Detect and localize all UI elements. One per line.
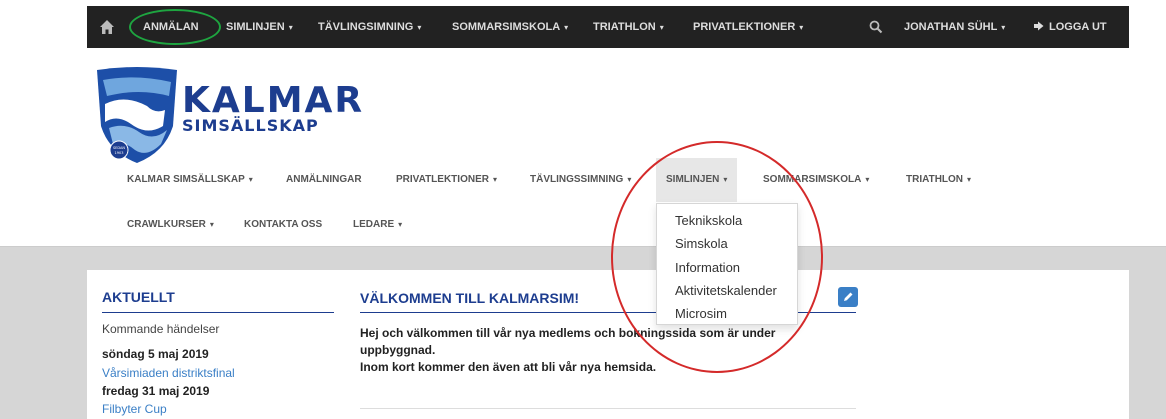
- nav-ledare[interactable]: LEDARE ▾: [353, 203, 402, 247]
- nav-crawlkurser[interactable]: CRAWLKURSER ▾: [127, 203, 214, 247]
- caret-down-icon: ▾: [209, 220, 214, 229]
- top-navbar-area: ANMÄLAN SIMLINJEN ▾ TÄVLINGSIMNING ▾ SOMMA…: [0, 0, 1166, 54]
- caret-down-icon: ▾: [417, 23, 422, 32]
- top-nav-label: TÄVLINGSIMNING: [318, 21, 414, 33]
- content-divider: [360, 408, 856, 409]
- top-navbar: ANMÄLAN SIMLINJEN ▾ TÄVLINGSIMNING ▾ SOMMA…: [87, 6, 1129, 48]
- caret-down-icon: ▾: [799, 23, 804, 32]
- sidebar-title: AKTUELLT: [102, 289, 175, 305]
- top-nav-label: PRIVATLEKTIONER: [693, 21, 796, 33]
- sidebar-divider: [102, 312, 334, 313]
- caret-down-icon: ▾: [248, 175, 253, 184]
- nav-label: ANMÄLNINGAR: [286, 174, 362, 185]
- nav-kalmar-simsallskap[interactable]: KALMAR SIMSÄLLSKAP ▾: [127, 158, 253, 202]
- nav-label: TÄVLINGSSIMNING: [530, 174, 624, 185]
- nav-label: LEDARE: [353, 219, 395, 230]
- nav-label: PRIVATLEKTIONER: [396, 174, 489, 185]
- welcome-title: VÄLKOMMEN TILL KALMARSIM!: [360, 290, 580, 306]
- event-link[interactable]: Filbyter Cup: [102, 402, 167, 416]
- nav-label: KONTAKTA OSS: [244, 219, 323, 230]
- home-icon[interactable]: [99, 19, 115, 35]
- search-icon[interactable]: [869, 20, 883, 34]
- logo-badge-text: SEDAN: [113, 146, 125, 150]
- user-name: JONATHAN SÜHL: [904, 21, 998, 33]
- edit-button[interactable]: [838, 287, 858, 307]
- caret-down-icon: ▾: [564, 23, 569, 32]
- event-link[interactable]: Vårsimiaden distriktsfinal: [102, 366, 235, 380]
- nav-anmalningar[interactable]: ANMÄLNINGAR: [286, 158, 362, 202]
- caret-down-icon: ▾: [492, 175, 497, 184]
- caret-down-icon: ▾: [865, 175, 870, 184]
- event-date: söndag 5 maj 2019: [102, 347, 209, 361]
- top-nav-simlinjen[interactable]: SIMLINJEN ▾: [226, 6, 293, 48]
- event-date: fredag 31 maj 2019: [102, 384, 210, 398]
- logo-title[interactable]: KALMAR: [182, 80, 364, 121]
- caret-down-icon: ▾: [1001, 23, 1006, 32]
- logout-icon: [1034, 21, 1044, 31]
- top-nav-triathlon[interactable]: TRIATHLON ▾: [593, 6, 664, 48]
- nav-label: KALMAR SIMSÄLLSKAP: [127, 174, 245, 185]
- red-annotation-circle: [611, 141, 823, 373]
- logout-button[interactable]: LOGGA UT: [1033, 6, 1107, 48]
- welcome-paragraph: Inom kort kommer den även att bli vår ny…: [360, 360, 657, 374]
- nav-triathlon[interactable]: TRIATHLON ▾: [906, 158, 971, 202]
- nav-label: TRIATHLON: [906, 174, 964, 185]
- welcome-paragraph: uppbyggnad.: [360, 343, 436, 357]
- nav-tavlingssimning[interactable]: TÄVLINGSSIMNING ▾: [530, 158, 631, 202]
- nav-label: CRAWLKURSER: [127, 219, 206, 230]
- top-nav-sommarsimskola[interactable]: SOMMARSIMSKOLA ▾: [452, 6, 568, 48]
- caret-down-icon: ▾: [967, 175, 972, 184]
- caret-down-icon: ▾: [398, 220, 403, 229]
- nav-kontakta-oss[interactable]: KONTAKTA OSS: [244, 203, 322, 247]
- top-nav-privatlektioner[interactable]: PRIVATLEKTIONER ▾: [693, 6, 803, 48]
- user-menu[interactable]: JONATHAN SÜHL ▾: [904, 6, 1005, 48]
- caret-down-icon: ▾: [288, 23, 293, 32]
- pencil-icon: [844, 292, 853, 301]
- top-nav-label: TRIATHLON: [593, 21, 656, 33]
- content-card: [87, 270, 1129, 419]
- nav-privatlektioner[interactable]: PRIVATLEKTIONER ▾: [396, 158, 497, 202]
- club-logo-icon[interactable]: SEDAN 1903: [95, 66, 179, 164]
- caret-down-icon: ▾: [659, 23, 664, 32]
- caret-down-icon: ▾: [627, 175, 632, 184]
- top-nav-tavlingsimning[interactable]: TÄVLINGSIMNING ▾: [318, 6, 421, 48]
- top-nav-label: SOMMARSIMSKOLA: [452, 21, 561, 33]
- top-nav-label: SIMLINJEN: [226, 21, 285, 33]
- green-annotation-circle: [129, 9, 221, 45]
- sidebar-subtitle: Kommande händelser: [102, 322, 220, 336]
- logout-label: LOGGA UT: [1049, 21, 1107, 33]
- logo-badge-year: 1903: [115, 151, 124, 155]
- logo-subtitle[interactable]: SIMSÄLLSKAP: [182, 116, 319, 135]
